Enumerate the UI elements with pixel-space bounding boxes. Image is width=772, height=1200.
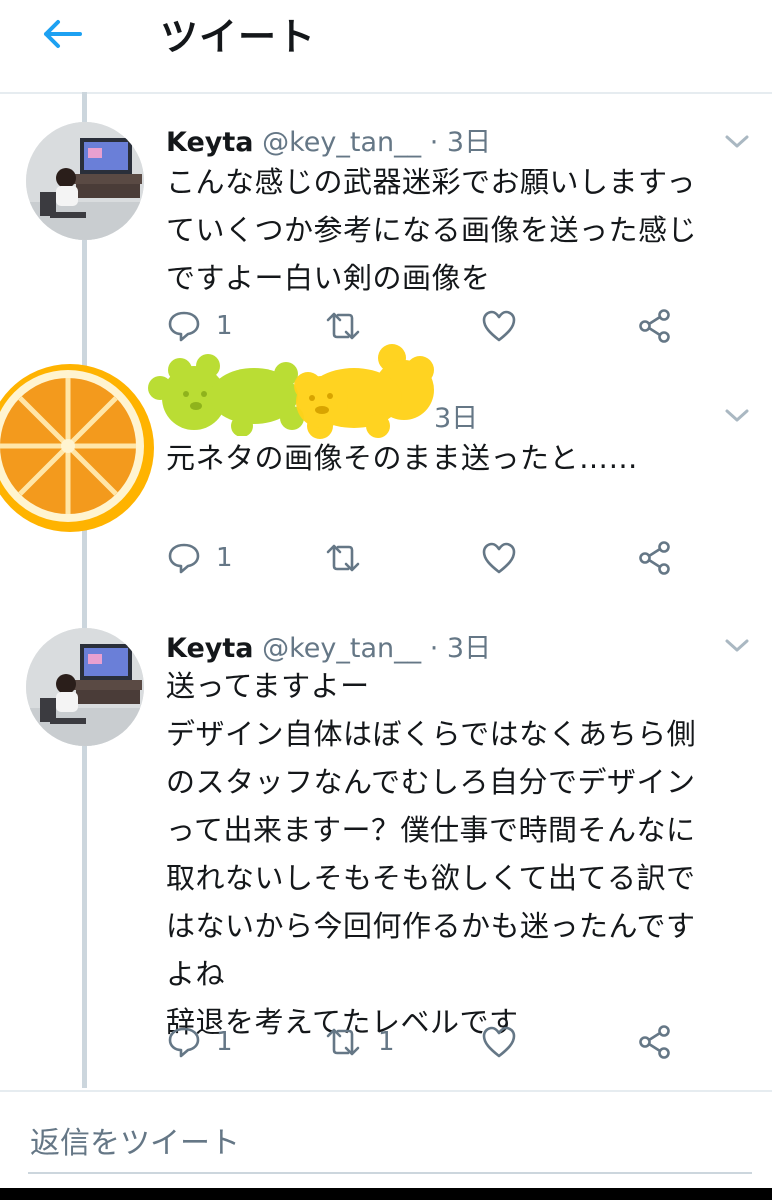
- tweet-line: ていくつか参考になる画像を送った感じ: [166, 213, 698, 247]
- back-button[interactable]: [38, 14, 86, 54]
- retweet-button[interactable]: [322, 538, 378, 578]
- share-button[interactable]: [636, 306, 674, 346]
- retweet-icon: [326, 544, 360, 572]
- tweet-line: 取れないしそもそも欲しくて出てる訳で: [166, 861, 696, 895]
- reply-input[interactable]: [28, 1114, 752, 1174]
- avatar[interactable]: [26, 122, 144, 240]
- retweet-icon: [326, 312, 360, 340]
- tweet-actions: 1: [166, 538, 726, 578]
- chevron-down-icon[interactable]: [724, 408, 750, 424]
- avatar[interactable]: [26, 628, 144, 746]
- retweet-button[interactable]: 1: [322, 1022, 395, 1062]
- tweet-text: こんな感じの武器迷彩でお願いしますっ ていくつか参考になる画像を送った感じ です…: [166, 158, 756, 302]
- separator: ·: [429, 127, 439, 158]
- like-button[interactable]: [480, 306, 532, 346]
- yellow-gummy-bear-sticker: [294, 344, 434, 439]
- tweet[interactable]: Keyta @key_tan__ · 3日 こんな感じの武器迷彩でお願いしますっ…: [0, 92, 772, 372]
- user-name[interactable]: Keyta: [166, 127, 254, 158]
- timestamp[interactable]: 3日: [434, 396, 478, 435]
- tweet-text: 送ってますよー デザイン自体はぼくらではなくあちら側 のスタッフなんでむしろ自分…: [166, 662, 756, 1046]
- tweet-line: のスタッフなんでむしろ自分でデザイン: [166, 765, 696, 799]
- share-icon: [639, 541, 670, 575]
- top-app-bar: ツイート: [0, 0, 772, 94]
- like-button[interactable]: [480, 1022, 532, 1062]
- timestamp[interactable]: 3日: [447, 633, 491, 664]
- tweet-line: 元ネタの画像そのまま送ったと……: [166, 441, 639, 475]
- heart-icon: [482, 542, 516, 574]
- reply-button[interactable]: 1: [166, 538, 233, 578]
- tweet-header: Keyta @key_tan__ · 3日: [166, 120, 491, 159]
- user-name[interactable]: Keyta: [166, 633, 254, 664]
- share-button[interactable]: [636, 1022, 674, 1062]
- tweet-line: って出来ますー？僕仕事で時間そんなに: [166, 813, 696, 847]
- reply-count: 1: [216, 311, 233, 341]
- reply-button[interactable]: 1: [166, 1022, 233, 1062]
- tweet[interactable]: Keyta @key_tan__ · 3日 送ってますよー デザイン自体はぼくら…: [0, 616, 772, 1086]
- separator: ·: [429, 633, 439, 664]
- heart-icon: [482, 310, 516, 342]
- arrow-left-icon: [44, 20, 82, 48]
- tweet-line: こんな感じの武器迷彩でお願いしますっ: [166, 165, 696, 199]
- orange-slice-sticker: [0, 364, 154, 532]
- tweet-line: よね: [166, 957, 226, 991]
- heart-icon: [482, 1026, 516, 1058]
- tweet-line: はないから今回何作るかも迷ったんです: [166, 909, 696, 943]
- page-title: ツイート: [160, 15, 317, 59]
- share-icon: [639, 1025, 670, 1059]
- system-nav-bar: [0, 1188, 772, 1200]
- tweet-actions: 1: [166, 306, 726, 346]
- reply-bar: [0, 1090, 772, 1188]
- reply-icon: [168, 311, 200, 342]
- tweet-header: Keyta @key_tan__ · 3日: [166, 626, 491, 665]
- tweet-line: デザイン自体はぼくらではなくあちら側: [166, 717, 697, 751]
- tweet-actions: 1 1: [166, 1022, 726, 1062]
- reply-icon: [168, 1027, 200, 1058]
- user-handle[interactable]: @key_tan__: [262, 633, 421, 664]
- chevron-down-icon[interactable]: [724, 638, 750, 654]
- reply-icon: [168, 543, 200, 574]
- chevron-down-icon[interactable]: [724, 134, 750, 150]
- retweet-count: 1: [378, 1027, 395, 1057]
- reply-count: 1: [216, 543, 233, 573]
- timestamp[interactable]: 3日: [447, 127, 491, 158]
- reply-button[interactable]: 1: [166, 306, 233, 346]
- share-icon: [639, 309, 670, 343]
- reply-count: 1: [216, 1027, 233, 1057]
- tweet-text: 元ネタの画像そのまま送ったと……: [166, 434, 756, 482]
- tweet-line: ですよー白い剣の画像を: [166, 261, 491, 295]
- like-button[interactable]: [480, 538, 532, 578]
- share-button[interactable]: [636, 538, 674, 578]
- tweet-line: 送ってますよー: [166, 669, 370, 703]
- user-handle[interactable]: @key_tan__: [262, 127, 421, 158]
- retweet-icon: [326, 1028, 360, 1056]
